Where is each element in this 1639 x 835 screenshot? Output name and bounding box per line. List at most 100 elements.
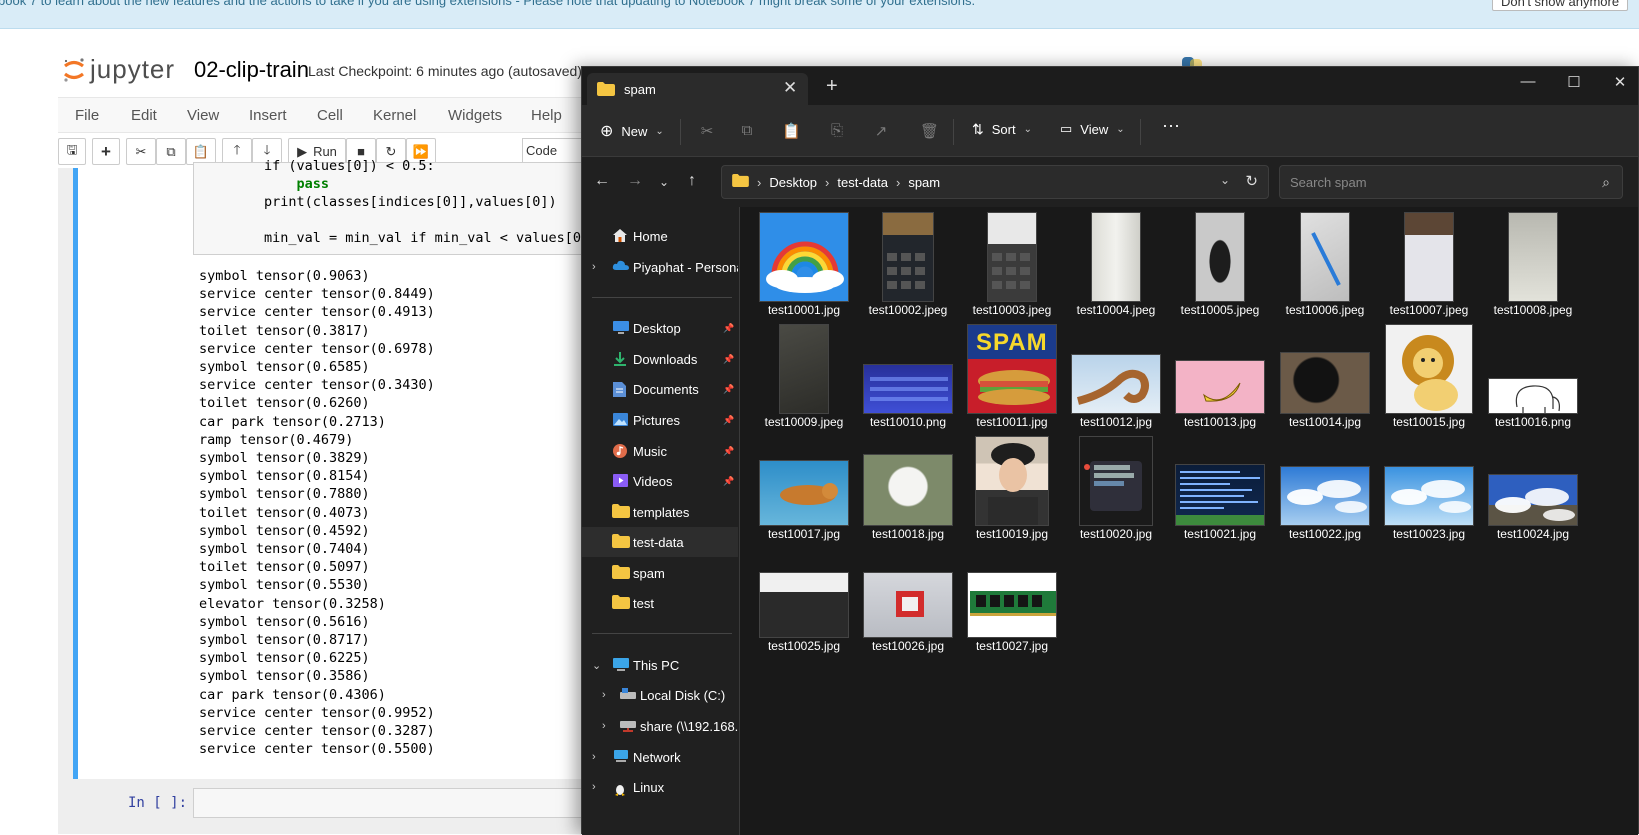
file-item[interactable]: test10013.jpg <box>1170 319 1270 431</box>
file-item[interactable]: test10007.jpeg <box>1379 207 1479 319</box>
sidebar-item-local-disk-c[interactable]: › Local Disk (C:) <box>582 680 738 710</box>
sidebar-item-piyaphat-personal[interactable]: › Piyaphat - Personal <box>582 252 738 282</box>
tab-spam[interactable]: spam ✕ <box>587 73 808 105</box>
sidebar-item-music[interactable]: Music 📌 <box>582 436 738 466</box>
pin-icon[interactable]: 📌 <box>723 384 734 395</box>
file-item[interactable]: test10024.jpg <box>1483 431 1583 543</box>
file-item[interactable]: test10015.jpg <box>1379 319 1479 431</box>
move-up-button[interactable]: 🡑 <box>222 138 252 165</box>
file-item[interactable]: test10014.jpg <box>1275 319 1375 431</box>
pin-icon[interactable]: 📌 <box>723 446 734 457</box>
file-item[interactable]: test10009.jpeg <box>754 319 854 431</box>
back-icon[interactable]: ← <box>592 172 612 190</box>
sidebar-item-videos[interactable]: Videos 📌 <box>582 466 738 496</box>
paste-button[interactable]: 📋 <box>186 138 216 165</box>
file-item[interactable]: test10023.jpg <box>1379 431 1479 543</box>
new-tab-icon[interactable]: + <box>826 75 838 98</box>
menu-edit[interactable]: Edit <box>131 107 157 124</box>
chevron-right-icon[interactable]: › <box>592 751 596 763</box>
search-box[interactable]: Search spam ⌕ <box>1279 165 1623 199</box>
file-item[interactable]: test10019.jpg <box>962 431 1062 543</box>
sidebar-item-home[interactable]: Home <box>582 221 738 251</box>
file-item[interactable]: test10016.png <box>1483 319 1583 431</box>
save-button[interactable]: 🖫 <box>58 138 86 165</box>
sidebar-item-templates[interactable]: templates <box>582 497 738 527</box>
close-tab-icon[interactable]: ✕ <box>783 78 797 98</box>
address-bar[interactable]: › Desktop › test-data › spam ⌄ ↻ <box>721 165 1269 199</box>
sidebar-item-spam[interactable]: spam <box>582 558 738 588</box>
copy-icon[interactable]: ⧉ <box>738 122 756 140</box>
sort-button[interactable]: ⇅ Sort ⌄ <box>972 121 1032 138</box>
menu-file[interactable]: File <box>75 107 99 124</box>
file-item[interactable]: test10021.jpg <box>1170 431 1270 543</box>
share-icon[interactable]: ↗ <box>872 122 890 140</box>
file-item[interactable]: test10017.jpg <box>754 431 854 543</box>
cut-button[interactable]: ✂ <box>126 138 156 165</box>
file-item[interactable]: test10001.jpg <box>754 207 854 319</box>
sidebar-item-share-192-168-1[interactable]: › share (\\192.168.1 <box>582 711 738 741</box>
notebook-name[interactable]: 02-clip-train <box>194 57 309 83</box>
sidebar-item-documents[interactable]: Documents 📌 <box>582 374 738 404</box>
copy-button[interactable]: ⧉ <box>156 138 186 165</box>
file-item[interactable]: test10020.jpg <box>1066 431 1166 543</box>
sidebar-item-test-data[interactable]: test-data <box>582 527 738 557</box>
sidebar-item-linux[interactable]: › Linux <box>582 772 738 802</box>
sidebar-item-this-pc[interactable]: ⌄ This PC <box>582 650 738 680</box>
breadcrumb-test-data[interactable]: test-data <box>837 175 888 190</box>
breadcrumb-desktop[interactable]: Desktop <box>769 175 817 190</box>
file-item[interactable]: test10008.jpeg <box>1483 207 1583 319</box>
chevron-right-icon[interactable]: › <box>602 689 606 701</box>
dont-show-anymore-button[interactable]: Don't show anymore <box>1492 0 1629 11</box>
file-item[interactable]: test10025.jpg <box>754 543 854 655</box>
menu-kernel[interactable]: Kernel <box>373 107 416 124</box>
file-item[interactable]: test10018.jpg <box>858 431 958 543</box>
pin-icon[interactable]: 📌 <box>723 323 734 334</box>
file-item[interactable]: test10026.jpg <box>858 543 958 655</box>
breadcrumb-spam[interactable]: spam <box>908 175 940 190</box>
maximize-icon[interactable]: ☐ <box>1564 73 1584 91</box>
jupyter-logo[interactable]: jupyter <box>62 54 175 85</box>
chevron-right-icon[interactable]: › <box>592 261 596 273</box>
sidebar-item-test[interactable]: test <box>582 588 738 618</box>
address-dropdown-icon[interactable]: ⌄ <box>1220 173 1230 187</box>
code-editor[interactable]: if (values[0]) < 0.5: pass print(classes[… <box>193 158 593 255</box>
sidebar-item-downloads[interactable]: Downloads 📌 <box>582 344 738 374</box>
minimize-icon[interactable]: — <box>1518 73 1538 90</box>
chevron-down-icon[interactable]: ⌄ <box>592 659 601 672</box>
cut-icon[interactable]: ✂ <box>698 122 716 140</box>
recent-locations-icon[interactable]: ⌄ <box>654 175 674 189</box>
file-item[interactable]: test10022.jpg <box>1275 431 1375 543</box>
menu-cell[interactable]: Cell <box>317 107 343 124</box>
menu-view[interactable]: View <box>187 107 219 124</box>
file-item[interactable]: test10004.jpeg <box>1066 207 1166 319</box>
empty-code-cell[interactable] <box>193 788 593 818</box>
insert-cell-button[interactable]: + <box>92 138 120 165</box>
delete-icon[interactable]: 🗑 <box>920 122 939 140</box>
file-item[interactable]: test10012.jpg <box>1066 319 1166 431</box>
file-item[interactable]: test10010.png <box>858 319 958 431</box>
file-item[interactable]: test10002.jpeg <box>858 207 958 319</box>
file-item[interactable]: SPAM test10011.jpg <box>962 319 1062 431</box>
sidebar-item-desktop[interactable]: Desktop 📌 <box>582 313 738 343</box>
chevron-right-icon[interactable]: › <box>592 781 596 793</box>
menu-widgets[interactable]: Widgets <box>448 107 502 124</box>
refresh-icon[interactable]: ↻ <box>1245 172 1258 190</box>
sidebar-item-pictures[interactable]: Pictures 📌 <box>582 405 738 435</box>
more-options-icon[interactable]: ··· <box>1162 115 1180 136</box>
up-icon[interactable]: ↑ <box>682 172 702 190</box>
file-item[interactable]: test10003.jpeg <box>962 207 1062 319</box>
pin-icon[interactable]: 📌 <box>723 354 734 365</box>
pin-icon[interactable]: 📌 <box>723 415 734 426</box>
new-button[interactable]: ⊕ New ⌄ <box>600 121 664 141</box>
file-item[interactable]: test10005.jpeg <box>1170 207 1270 319</box>
paste-icon[interactable]: 📋 <box>782 122 801 140</box>
rename-icon[interactable]: ⎘ <box>828 122 846 140</box>
close-window-icon[interactable]: ✕ <box>1610 73 1630 91</box>
view-button[interactable]: ▭ View ⌄ <box>1060 121 1125 137</box>
sidebar-item-network[interactable]: › Network <box>582 742 738 772</box>
forward-icon[interactable]: → <box>625 172 645 190</box>
file-item[interactable]: test10006.jpeg <box>1275 207 1375 319</box>
menu-help[interactable]: Help <box>531 107 562 124</box>
chevron-right-icon[interactable]: › <box>602 720 606 732</box>
menu-insert[interactable]: Insert <box>249 107 287 124</box>
